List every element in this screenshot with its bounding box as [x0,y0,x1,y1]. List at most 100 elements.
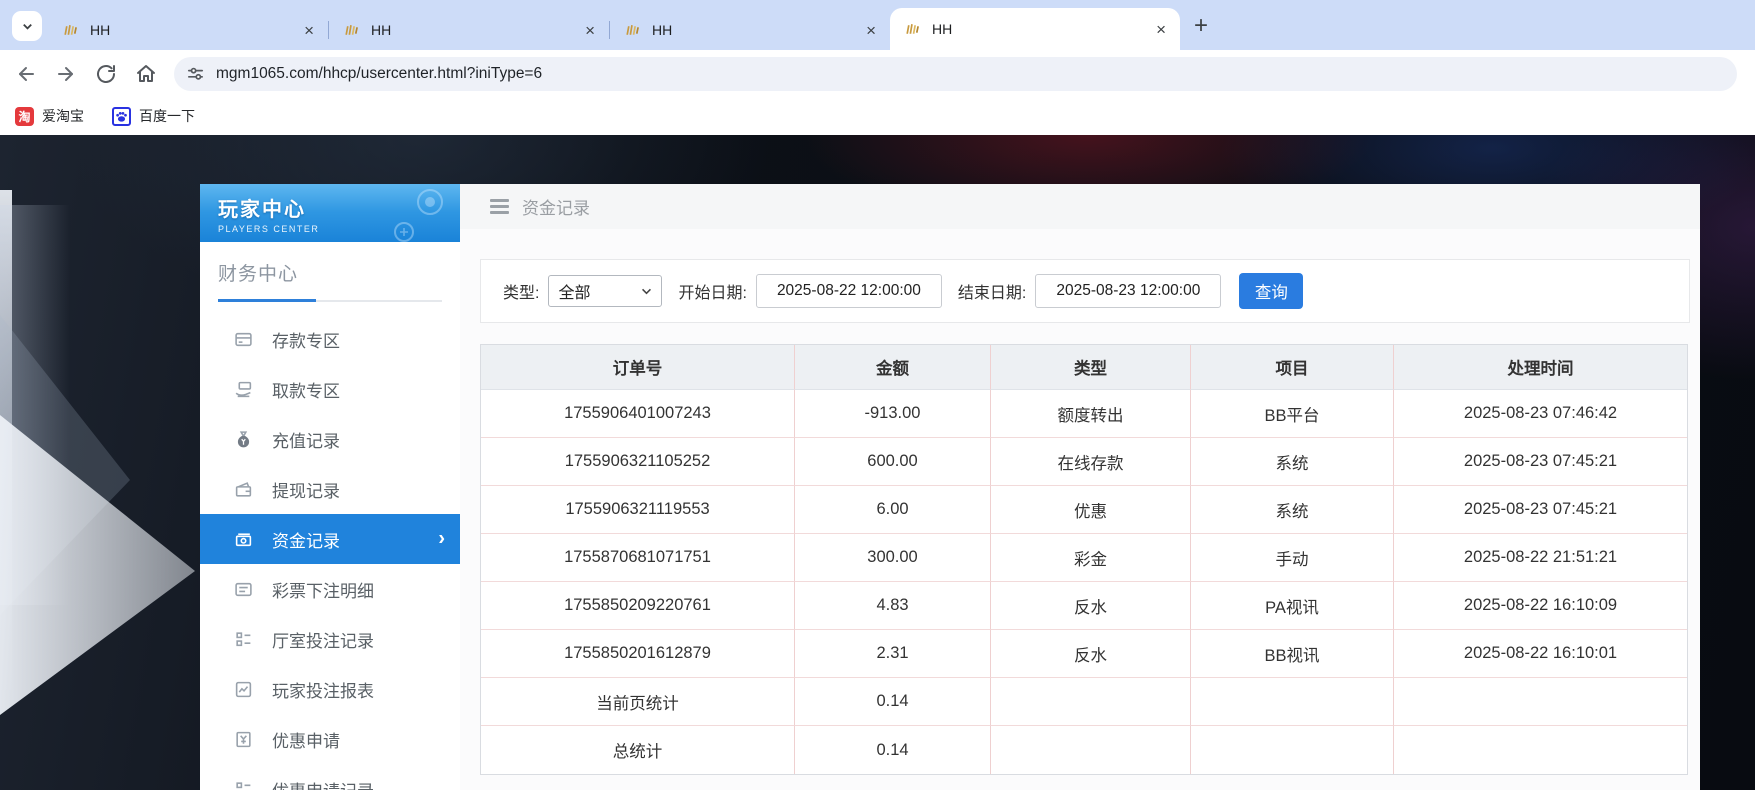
tab-close-icon[interactable]: × [862,20,880,41]
table-header-row: 订单号 金额 类型 项目 处理时间 [481,345,1687,390]
baidu-paw-icon [112,107,131,126]
tab-4-active[interactable]: HH × [890,8,1180,50]
tab-close-icon[interactable]: × [300,20,318,41]
table-row: 1755870681071751 300.00 彩金 手动 2025-08-22… [481,534,1687,582]
sidebar-item-label: 优惠申请记录 [272,777,374,790]
hall-bet-icon [234,630,253,649]
section-underline [218,300,442,302]
cell-process-time: 2025-08-22 16:10:09 [1394,582,1687,630]
cell-order-no: 1755906321105252 [481,438,795,486]
sidebar-item-label: 优惠申请 [272,727,340,752]
cell-order-no: 1755850209220761 [481,582,795,630]
cell-process-time [1394,678,1687,726]
reload-icon[interactable] [94,62,118,86]
cell-type: 反水 [991,582,1191,630]
table-row: 1755906321105252 600.00 在线存款 系统 2025-08-… [481,438,1687,486]
lottery-detail-icon [234,580,253,599]
money-bag-icon [234,430,253,449]
sidebar-item-withdrawal-record[interactable]: 提现记录 [200,464,460,514]
table-row-page-stats: 当前页统计 0.14 [481,678,1687,726]
cell-amount: 600.00 [795,438,991,486]
promo-apply-icon [234,730,253,749]
sidebar-item-player-bet-report[interactable]: 玩家投注报表 [200,664,460,714]
cell-process-time: 2025-08-22 16:10:01 [1394,630,1687,678]
site-favicon [62,22,79,39]
start-date-label: 开始日期: [678,279,746,303]
tab-title: HH [932,21,1152,37]
sidebar-item-promo-apply[interactable]: 优惠申请 [200,714,460,764]
cell-order-no: 1755870681071751 [481,534,795,582]
page-title: 资金记录 [522,194,590,219]
url-bar[interactable]: mgm1065.com/hhcp/usercenter.html?iniType… [174,57,1737,91]
sidebar-item-promo-apply-record[interactable]: 优惠申请记录 [200,764,460,790]
cell-type: 额度转出 [991,390,1191,438]
cell-order-no: 1755906401007243 [481,390,795,438]
cell-process-time: 2025-08-23 07:46:42 [1394,390,1687,438]
home-icon[interactable] [134,62,158,86]
cell-type [991,726,1191,774]
filter-bar: 类型: 全部 开始日期: 结束日期: 查询 [480,259,1690,323]
cell-order-no: 1755850201612879 [481,630,795,678]
bookmark-label: 爱淘宝 [42,106,84,126]
sidebar-item-label: 充值记录 [272,427,340,452]
cell-project [1191,726,1394,774]
cell-process-time [1394,726,1687,774]
bookmark-label: 百度一下 [139,106,195,126]
type-select-value: 全部 [558,279,641,303]
type-select[interactable]: 全部 [548,275,662,307]
sidebar-item-label: 存款专区 [272,327,340,352]
sidebar-item-recharge-record[interactable]: 充值记录 [200,414,460,464]
cell-amount: 6.00 [795,486,991,534]
sidebar-item-deposit-zone[interactable]: 存款专区 [200,314,460,364]
sidebar-header: 玩家中心 PLAYERS CENTER [200,184,460,242]
taobao-icon: 淘 [15,107,34,126]
cell-process-time: 2025-08-22 21:51:21 [1394,534,1687,582]
tab-bar: HH × HH × HH × HH × + [0,0,1755,50]
hamburger-icon[interactable] [490,196,509,217]
chevron-down-icon [21,20,34,33]
end-date-input[interactable] [1035,274,1221,308]
site-favicon [343,22,360,39]
column-process-time: 处理时间 [1394,345,1687,390]
column-amount: 金额 [795,345,991,390]
bookmark-baidu[interactable]: 百度一下 [112,106,195,126]
cell-amount: 300.00 [795,534,991,582]
cell-amount: 2.31 [795,630,991,678]
sidebar-item-lottery-bet-detail[interactable]: 彩票下注明细 [200,564,460,614]
forward-icon[interactable] [54,62,78,86]
sidebar-section: 财务中心 [200,242,460,302]
cell-amount: 0.14 [795,678,991,726]
cell-project: 系统 [1191,438,1394,486]
cell-type: 在线存款 [991,438,1191,486]
tab-2[interactable]: HH × [329,10,609,50]
sidebar-item-hall-bet-record[interactable]: 厅室投注记录 [200,614,460,664]
site-settings-icon[interactable] [186,64,205,83]
cell-order-no: 1755906321119553 [481,486,795,534]
new-tab-button[interactable]: + [1194,14,1208,38]
sidebar-item-fund-record[interactable]: 资金记录 › [200,514,460,564]
column-type: 类型 [991,345,1191,390]
sidebar-item-withdraw-zone[interactable]: 取款专区 [200,364,460,414]
tab-3[interactable]: HH × [610,10,890,50]
tab-close-icon[interactable]: × [1152,19,1170,40]
type-label: 类型: [503,279,539,303]
promo-record-icon [234,780,253,790]
bookmark-aitaobao[interactable]: 淘 爱淘宝 [15,106,84,126]
cell-amount: -913.00 [795,390,991,438]
deposit-card-icon [234,330,253,349]
cell-project: BB平台 [1191,390,1394,438]
tab-close-icon[interactable]: × [581,20,599,41]
cell-stats-label: 当前页统计 [481,678,795,726]
url-text[interactable]: mgm1065.com/hhcp/usercenter.html?iniType… [216,65,542,83]
bookmarks-bar: 淘 爱淘宝 百度一下 [0,97,1755,135]
table-row: 1755906401007243 -913.00 额度转出 BB平台 2025-… [481,390,1687,438]
cell-type: 优惠 [991,486,1191,534]
tab-1[interactable]: HH × [48,10,328,50]
start-date-input[interactable] [756,274,942,308]
sidebar-item-label: 提现记录 [272,477,340,502]
sidebar-menu: 存款专区 取款专区 充值记录 提现记录 [200,314,460,790]
search-button[interactable]: 查询 [1239,273,1303,309]
back-icon[interactable] [14,62,38,86]
tab-search-button[interactable] [12,11,42,41]
withdraw-hand-icon [234,380,253,399]
